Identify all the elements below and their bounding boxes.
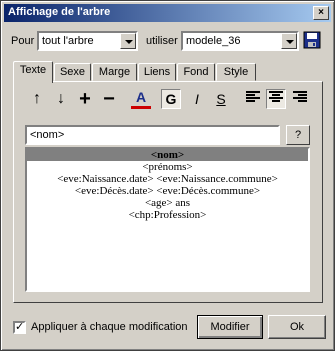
text-color-button[interactable]: A [131,89,151,109]
preview-line-selected[interactable]: <nom> [27,149,308,161]
preview-line[interactable]: <eve:Naissance.date> <eve:Naissance.comm… [27,173,308,185]
pour-label: Pour [11,35,35,47]
align-center-icon [269,91,283,102]
align-right-icon [293,91,307,102]
tab-fond[interactable]: Fond [177,63,215,81]
preview-area[interactable]: <nom> <prénoms> <eve:Naissance.date> <ev… [25,147,310,292]
help-button[interactable]: ? [286,125,310,145]
window-title: Affichage de l'arbre [8,6,111,18]
align-center-button[interactable] [266,89,286,109]
bold-button[interactable]: G [161,89,181,109]
preview-line[interactable]: <eve:Décès.date> <eve:Décès.commune> [27,185,308,197]
ok-button[interactable]: Ok [268,315,326,339]
add-button[interactable]: + [75,89,95,109]
floppy-disk-icon[interactable] [303,31,321,49]
tab-marge[interactable]: Marge [92,63,137,81]
tab-texte[interactable]: Texte [13,61,53,83]
align-right-button[interactable] [290,89,310,109]
tab-style[interactable]: Style [216,63,256,81]
chevron-down-icon[interactable] [120,33,136,49]
apply-checkbox[interactable]: ✓ [13,321,26,334]
pour-select-value: tout l'arbre [42,35,94,47]
modifier-button[interactable]: Modifier [197,315,263,339]
move-down-button[interactable]: ↓ [51,89,71,109]
model-select-value: modele_36 [186,35,241,47]
template-input-value: <nom> [30,129,65,141]
chevron-down-icon[interactable] [281,33,297,49]
align-left-button[interactable] [243,89,263,109]
tab-sexe[interactable]: Sexe [54,63,91,81]
dialog-window: Affichage de l'arbre × Pour tout l'arbre… [0,0,335,351]
apply-checkbox-label[interactable]: Appliquer à chaque modification [31,321,188,333]
model-select[interactable]: modele_36 [181,31,299,51]
strike-button[interactable]: S [211,89,231,109]
italic-button[interactable]: I [187,89,207,109]
template-input[interactable]: <nom> [25,125,280,145]
move-up-button[interactable]: ↑ [27,89,47,109]
title-bar[interactable]: Affichage de l'arbre × [4,4,331,22]
preview-line[interactable]: <prénoms> [27,161,308,173]
preview-line[interactable]: <chp:Profession> [27,209,308,221]
remove-button[interactable]: − [99,89,119,109]
preview-line[interactable]: <age> ans [27,197,308,209]
utiliser-label: utiliser [146,35,178,47]
close-button[interactable]: × [313,6,329,20]
align-left-icon [246,91,260,102]
pour-select[interactable]: tout l'arbre [37,31,138,51]
tab-liens[interactable]: Liens [138,63,176,81]
